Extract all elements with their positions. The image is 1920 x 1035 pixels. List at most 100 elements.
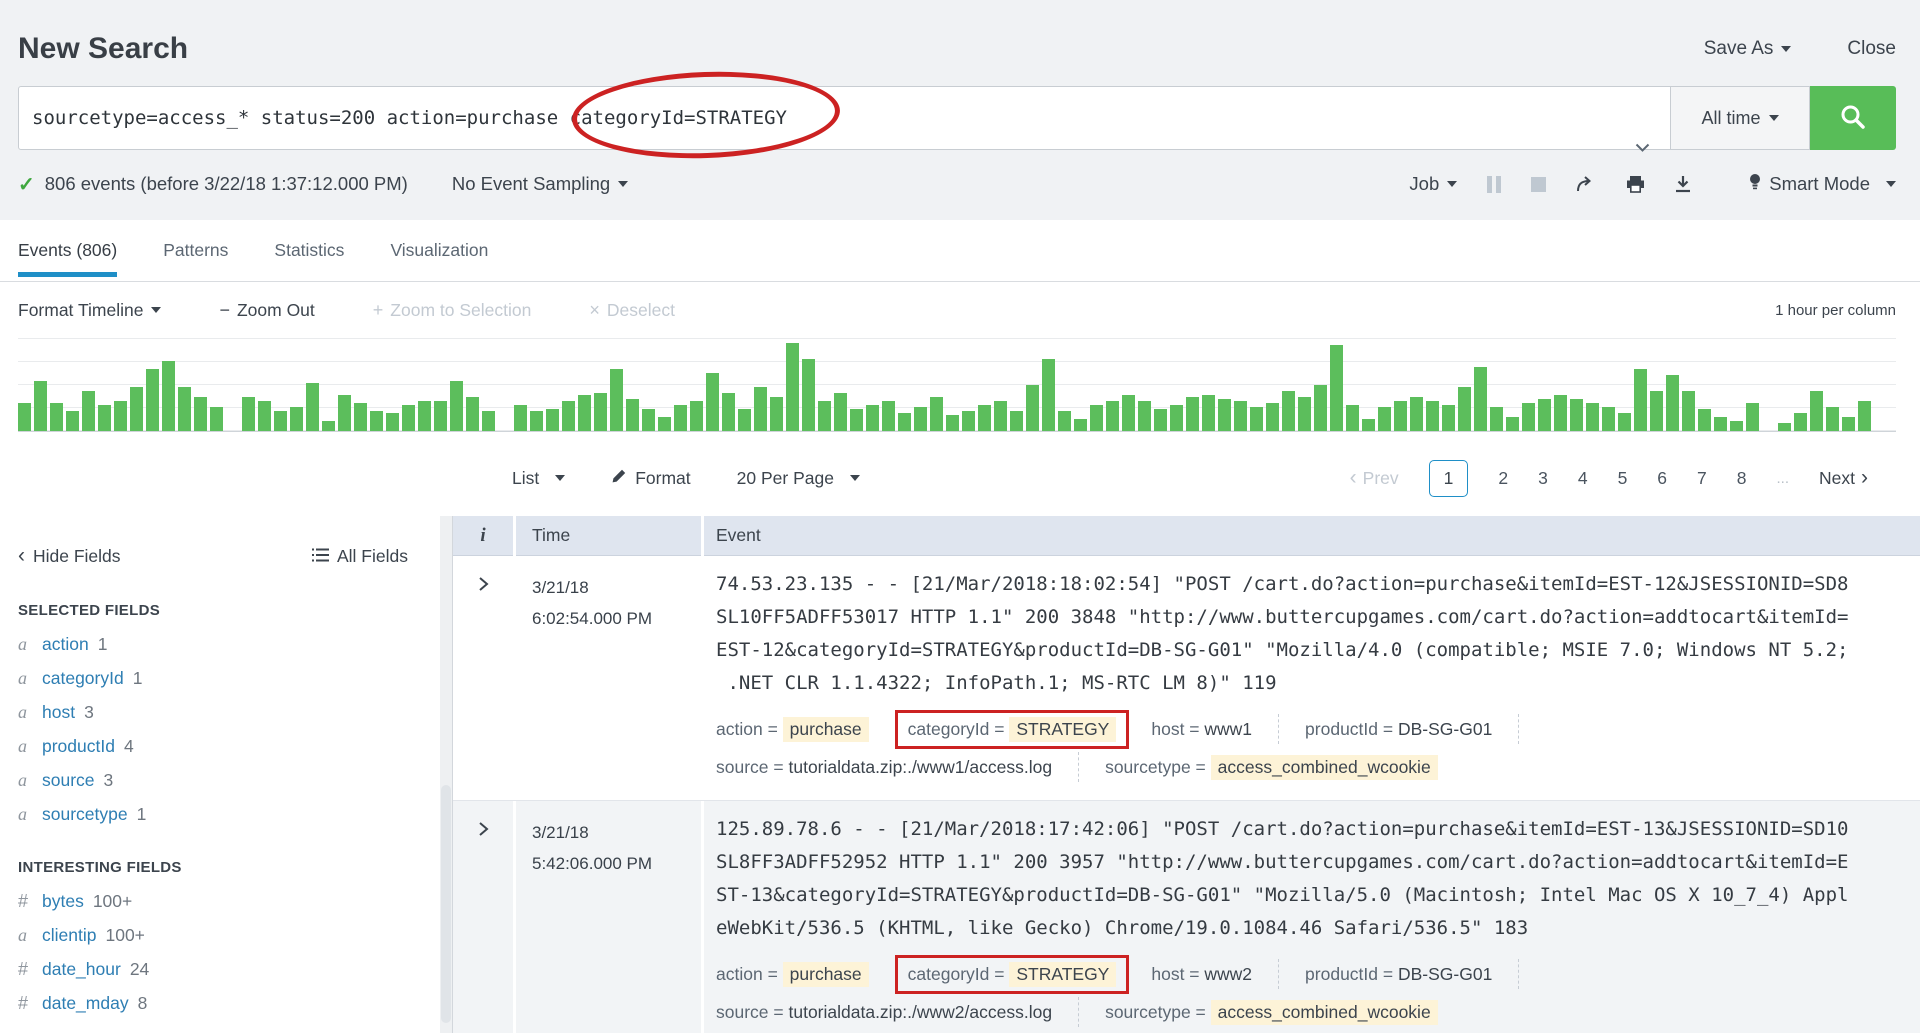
event-expand-button[interactable] (453, 556, 513, 800)
timeline-bar[interactable] (1346, 405, 1359, 431)
timeline-bar[interactable] (1794, 413, 1807, 431)
timeline-bar[interactable] (50, 403, 63, 431)
timeline-bar[interactable] (674, 405, 687, 431)
tag-value[interactable]: STRATEGY (1009, 717, 1116, 742)
timeline-bar[interactable] (1122, 395, 1135, 431)
page-6[interactable]: 6 (1657, 468, 1667, 489)
timeline-bar[interactable] (1250, 407, 1263, 431)
list-view-dropdown[interactable]: List (512, 468, 565, 489)
timeline-bar[interactable] (322, 421, 335, 431)
field-clientip[interactable]: aclientip100+ (18, 918, 408, 952)
timeline-bar[interactable] (1090, 405, 1103, 431)
timeline-bar[interactable] (194, 397, 207, 431)
share-icon[interactable] (1576, 175, 1596, 193)
timeline-bar[interactable] (1458, 387, 1471, 431)
timeline-bar[interactable] (146, 369, 159, 431)
field-tag-host[interactable]: host = www1 (1151, 719, 1252, 740)
event-time[interactable]: 3/21/186:02:54.000 PM (516, 556, 701, 800)
page-2[interactable]: 2 (1498, 468, 1508, 489)
timeline-bar[interactable] (722, 393, 735, 431)
timeline-bar[interactable] (802, 359, 815, 431)
timeline-bar[interactable] (1330, 345, 1343, 431)
timeline-bar[interactable] (658, 417, 671, 431)
tag-value[interactable]: DB-SG-G01 (1398, 719, 1492, 740)
timeline-bar[interactable] (1202, 395, 1215, 431)
sidebar-scrollbar[interactable] (440, 516, 452, 1033)
format-timeline-dropdown[interactable]: Format Timeline (18, 300, 161, 321)
close-button[interactable]: Close (1847, 38, 1896, 60)
timeline-bar[interactable] (1682, 391, 1695, 431)
info-column-header[interactable]: i (453, 516, 513, 556)
search-input[interactable]: sourcetype=access_* status=200 action=pu… (18, 86, 1671, 150)
timeline-bar[interactable] (1746, 403, 1759, 431)
field-date_hour[interactable]: #date_hour24 (18, 952, 408, 986)
timeline-bar[interactable] (706, 373, 719, 431)
timeline-bar[interactable] (1074, 419, 1087, 431)
timeline-bar[interactable] (1362, 419, 1375, 431)
timeline-bar[interactable] (850, 409, 863, 431)
timeline-bar[interactable] (434, 401, 447, 431)
tab-visualization[interactable]: Visualization (390, 220, 488, 281)
timeline-bar[interactable] (514, 405, 527, 431)
timeline-bar[interactable] (34, 381, 47, 431)
timeline-bar[interactable] (1282, 391, 1295, 431)
timeline-bar[interactable] (1506, 417, 1519, 431)
timeline-bar[interactable] (210, 407, 223, 431)
timeline-bar[interactable] (1138, 401, 1151, 431)
field-tag-categoryId-red-box[interactable]: categoryId = STRATEGY (895, 710, 1130, 749)
timeline-bar[interactable] (1842, 417, 1855, 431)
timeline-bar[interactable] (386, 413, 399, 431)
timeline-bar[interactable] (930, 397, 943, 431)
event-sampling-dropdown[interactable]: No Event Sampling (452, 173, 628, 195)
print-icon[interactable] (1626, 175, 1645, 193)
timeline-bar[interactable] (1170, 405, 1183, 431)
tag-value[interactable]: access_combined_wcookie (1211, 755, 1438, 780)
timeline-bar[interactable] (1154, 409, 1167, 431)
timeline-bar[interactable] (1714, 417, 1727, 431)
event-time[interactable]: 3/21/185:42:06.000 PM (516, 801, 701, 1033)
timeline-bar[interactable] (962, 411, 975, 431)
sidebar-scrollbar-thumb[interactable] (441, 785, 451, 1023)
timeline-bar[interactable] (1042, 359, 1055, 431)
next-page-button[interactable]: Next› (1819, 466, 1868, 490)
timeline-bar[interactable] (1538, 399, 1551, 431)
timeline-bar[interactable] (1378, 407, 1391, 431)
time-range-picker[interactable]: All time (1670, 86, 1810, 150)
timeline-bar[interactable] (1186, 397, 1199, 431)
timeline-bar[interactable] (1570, 399, 1583, 431)
timeline-bar[interactable] (754, 387, 767, 431)
zoom-to-selection-button[interactable]: +Zoom to Selection (373, 300, 532, 321)
time-column-header[interactable]: Time (516, 516, 701, 556)
page-3[interactable]: 3 (1538, 468, 1548, 489)
field-productId[interactable]: aproductId4 (18, 729, 408, 763)
timeline-bar[interactable] (594, 393, 607, 431)
timeline-bar[interactable] (882, 401, 895, 431)
event-expand-button[interactable] (453, 801, 513, 1033)
timeline-bar[interactable] (610, 369, 623, 431)
per-page-dropdown[interactable]: 20 Per Page (737, 468, 860, 489)
timeline-bar[interactable] (866, 405, 879, 431)
timeline-bar[interactable] (66, 411, 79, 431)
field-tag-host[interactable]: host = www2 (1151, 964, 1252, 985)
timeline-bar[interactable] (562, 401, 575, 431)
timeline-bar[interactable] (578, 395, 591, 431)
timeline-bar[interactable] (1554, 395, 1567, 431)
timeline-bar[interactable] (1730, 421, 1743, 431)
timeline-bar[interactable] (1490, 407, 1503, 431)
timeline-bar[interactable] (1426, 401, 1439, 431)
tag-value[interactable]: STRATEGY (1009, 962, 1116, 987)
pause-icon[interactable] (1487, 176, 1501, 193)
hide-fields-button[interactable]: ‹Hide Fields (18, 544, 121, 568)
timeline-bar[interactable] (818, 401, 831, 431)
tag-value[interactable]: access_combined_wcookie (1211, 1000, 1438, 1025)
timeline-bar[interactable] (1618, 413, 1631, 431)
timeline-bar[interactable] (482, 411, 495, 431)
tag-value[interactable]: purchase (783, 717, 869, 742)
field-tag-productId[interactable]: productId = DB-SG-G01 (1305, 964, 1492, 985)
timeline-bar[interactable] (306, 383, 319, 431)
timeline-bar[interactable] (162, 361, 175, 431)
page-7[interactable]: 7 (1697, 468, 1707, 489)
timeline-bar[interactable] (258, 401, 271, 431)
tag-value[interactable]: purchase (783, 962, 869, 987)
save-as-button[interactable]: Save As (1704, 38, 1792, 60)
